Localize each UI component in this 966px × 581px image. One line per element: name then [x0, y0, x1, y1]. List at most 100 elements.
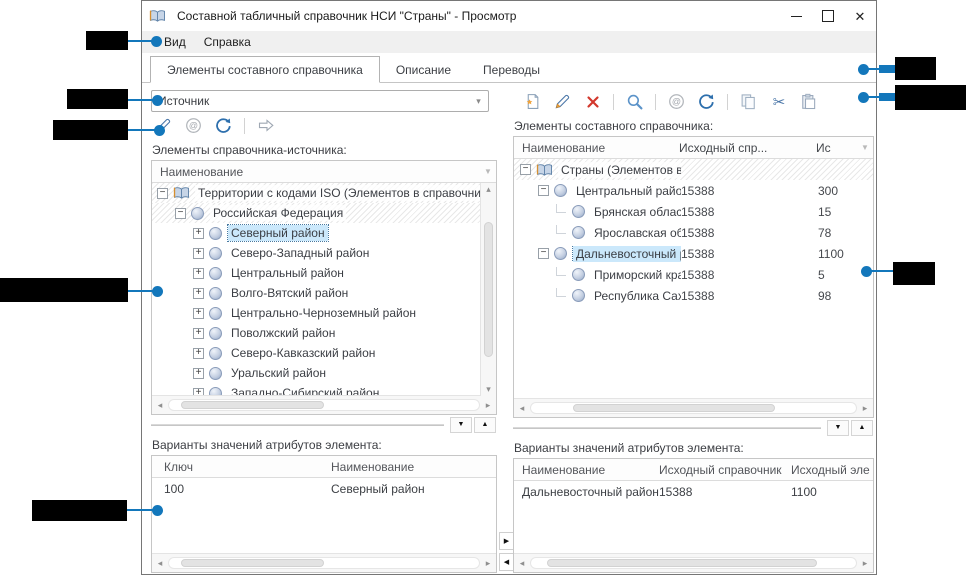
hscroll-thumb[interactable]: [181, 401, 324, 409]
collapse-icon[interactable]: −: [175, 208, 186, 219]
menu-help[interactable]: Справка: [195, 33, 260, 51]
tree-node[interactable]: −Страны (Элементов в справочник: [514, 159, 873, 180]
tab-elements[interactable]: Элементы составного справочника: [150, 56, 380, 83]
tree-node[interactable]: Приморский край153885: [514, 264, 873, 285]
hscroll-track[interactable]: [530, 402, 857, 414]
collapse-left-button[interactable]: ◀: [499, 553, 514, 571]
hscroll-track[interactable]: [530, 557, 857, 569]
expand-icon[interactable]: +: [193, 308, 204, 319]
expand-icon[interactable]: +: [193, 328, 204, 339]
tree-node[interactable]: Республика Саха (Якутия)1538898: [514, 285, 873, 306]
edit-button[interactable]: [553, 93, 572, 111]
splitter-up-button[interactable]: ▲: [851, 420, 873, 436]
scroll-left-icon[interactable]: ◂: [514, 403, 530, 414]
collapse-icon[interactable]: −: [538, 248, 549, 259]
column-header-source[interactable]: Исходный справочник: [659, 463, 791, 477]
close-button[interactable]: ✕: [844, 1, 876, 31]
vscroll-thumb[interactable]: [484, 222, 493, 357]
column-header-source-element[interactable]: Ис: [816, 141, 857, 155]
scroll-right-icon[interactable]: ▸: [857, 558, 873, 569]
composite-attrs-hscrollbar[interactable]: ◂ ▸: [514, 553, 873, 572]
tree-node[interactable]: −Российская Федерация: [152, 203, 481, 223]
scroll-left-icon[interactable]: ◂: [514, 558, 530, 569]
table-row[interactable]: 100Северный район: [152, 478, 496, 500]
hscroll-thumb[interactable]: [547, 559, 817, 567]
expand-icon[interactable]: +: [193, 368, 204, 379]
expand-icon[interactable]: +: [193, 348, 204, 359]
filter-dropdown-icon[interactable]: ▼: [857, 143, 873, 152]
column-header-name[interactable]: Наименование: [514, 463, 659, 477]
hscroll-thumb[interactable]: [181, 559, 324, 567]
tree-node[interactable]: +Западно-Сибирский район: [152, 383, 481, 395]
refresh-button[interactable]: [697, 93, 716, 111]
collapse-right-button[interactable]: ▶: [499, 532, 514, 550]
scroll-right-icon[interactable]: ▸: [857, 403, 873, 414]
tree-node[interactable]: +Уральский район: [152, 363, 481, 383]
cut-button[interactable]: ✂: [769, 93, 788, 111]
scroll-right-icon[interactable]: ▸: [480, 558, 496, 569]
collapse-icon[interactable]: −: [157, 188, 168, 199]
tree-node[interactable]: +Северный район: [152, 223, 481, 243]
scroll-down-icon[interactable]: ▾: [486, 383, 491, 396]
tree-node[interactable]: −Территории с кодами ISO (Элементов в сп…: [152, 183, 481, 203]
scroll-right-icon[interactable]: ▸: [480, 400, 496, 411]
panel-divider[interactable]: ▶ ◀: [498, 83, 513, 574]
tree-node[interactable]: +Северо-Кавказский район: [152, 343, 481, 363]
at-button[interactable]: @: [184, 117, 203, 135]
scroll-left-icon[interactable]: ◂: [152, 400, 168, 411]
maximize-button[interactable]: [812, 1, 844, 31]
new-button[interactable]: [523, 93, 542, 111]
source-attrs-hscrollbar[interactable]: ◂ ▸: [152, 553, 496, 572]
source-attrs-header[interactable]: Ключ Наименование: [152, 456, 496, 478]
tree-node[interactable]: −Дальневосточный район153881100: [514, 243, 873, 264]
source-tree-header[interactable]: Наименование ▼: [152, 161, 496, 183]
splitter-down-button[interactable]: ▼: [827, 420, 849, 436]
table-row[interactable]: Дальневосточный район153881100: [514, 481, 873, 503]
composite-tree-header[interactable]: Наименование Исходный спр... Ис ▼: [514, 137, 873, 159]
hscroll-thumb[interactable]: [573, 404, 775, 412]
hscroll-track[interactable]: [168, 399, 480, 411]
tab-description[interactable]: Описание: [380, 57, 467, 82]
tree-node[interactable]: −Центральный район15388300: [514, 180, 873, 201]
expand-icon[interactable]: +: [193, 388, 204, 396]
paste-button[interactable]: [799, 93, 818, 111]
splitter-up-button[interactable]: ▲: [474, 417, 496, 433]
delete-button[interactable]: [583, 93, 602, 111]
expand-icon[interactable]: +: [193, 228, 204, 239]
composite-attrs-header[interactable]: Наименование Исходный справочник Исходны…: [514, 459, 873, 481]
tree-node[interactable]: +Центральный район: [152, 263, 481, 283]
column-header-source-element[interactable]: Исходный эле: [791, 463, 873, 477]
tree-node[interactable]: +Поволжский район: [152, 323, 481, 343]
source-splitter[interactable]: ▼ ▲: [151, 415, 497, 434]
composite-tree-hscrollbar[interactable]: ◂ ▸: [514, 398, 873, 417]
column-header-source[interactable]: Исходный спр...: [679, 141, 816, 155]
tab-translations[interactable]: Переводы: [467, 57, 556, 82]
tree-node[interactable]: Брянская область1538815: [514, 201, 873, 222]
minimize-button[interactable]: [780, 1, 812, 31]
collapse-icon[interactable]: −: [538, 185, 549, 196]
column-header-name[interactable]: Наименование: [514, 141, 679, 155]
copy-button[interactable]: [739, 93, 758, 111]
tree-node[interactable]: +Центрально-Черноземный район: [152, 303, 481, 323]
refresh-button[interactable]: [214, 117, 233, 135]
scroll-left-icon[interactable]: ◂: [152, 558, 168, 569]
tree-node[interactable]: +Волго-Вятский район: [152, 283, 481, 303]
expand-icon[interactable]: +: [193, 288, 204, 299]
search-button[interactable]: [625, 93, 644, 111]
column-header-name[interactable]: Наименование: [152, 165, 243, 179]
column-header-name[interactable]: Наименование: [331, 460, 496, 474]
forward-button[interactable]: [256, 117, 275, 135]
expand-icon[interactable]: +: [193, 268, 204, 279]
collapse-icon[interactable]: −: [520, 164, 531, 175]
source-combobox[interactable]: Источник ▾: [151, 90, 489, 112]
hscroll-track[interactable]: [168, 557, 480, 569]
chevron-down-icon[interactable]: ▾: [469, 96, 488, 107]
column-header-key[interactable]: Ключ: [152, 460, 331, 474]
splitter-down-button[interactable]: ▼: [450, 417, 472, 433]
at-button[interactable]: @: [667, 93, 686, 111]
tree-node[interactable]: +Северо-Западный район: [152, 243, 481, 263]
scroll-up-icon[interactable]: ▴: [486, 183, 491, 196]
source-tree-vscrollbar[interactable]: ▴ ▾: [480, 183, 496, 396]
source-tree-hscrollbar[interactable]: ◂ ▸: [152, 395, 496, 414]
tree-node[interactable]: Ярославская область1538878: [514, 222, 873, 243]
